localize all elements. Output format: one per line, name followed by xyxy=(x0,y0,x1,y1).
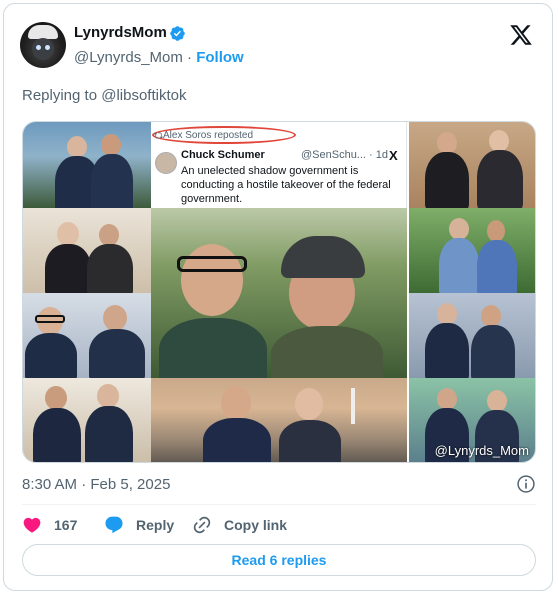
separator-dot: · xyxy=(182,49,197,66)
embedded-author-handle: @SenSchu... · 1d xyxy=(301,149,388,161)
author-avatar[interactable] xyxy=(20,22,66,68)
replying-to-prefix: Replying to xyxy=(22,87,102,104)
author-handle-line: @Lynyrds_Mom · Follow xyxy=(74,49,244,66)
photo-tile xyxy=(151,378,407,462)
embedded-author-name: Chuck Schumer xyxy=(181,149,265,161)
like-button[interactable]: 167 xyxy=(22,515,77,535)
link-icon xyxy=(193,516,211,534)
embedded-tweet-text: An unelected shadow government is conduc… xyxy=(181,165,391,205)
replying-to-line: Replying to @libsoftiktok xyxy=(22,87,186,104)
photo-tile xyxy=(409,208,535,293)
embedded-avatar xyxy=(155,152,177,174)
reply-button[interactable]: Reply xyxy=(104,515,174,535)
copy-link-label: Copy link xyxy=(224,517,288,533)
photo-tile xyxy=(23,378,151,462)
photo-tile xyxy=(409,122,535,208)
info-icon[interactable] xyxy=(516,474,536,494)
photo-tile xyxy=(23,208,151,293)
tweet-timestamp[interactable]: 8:30 AM · Feb 5, 2025 xyxy=(22,476,170,493)
tweet-card: LynyrdsMom @Lynyrds_Mom · Follow Replyin… xyxy=(3,3,553,591)
photo-tile xyxy=(409,293,535,378)
like-count: 167 xyxy=(54,517,78,533)
media-watermark: @Lynyrds_Mom xyxy=(434,443,529,458)
copy-link-button[interactable]: Copy link xyxy=(192,515,287,535)
main-selfie-photo xyxy=(151,208,407,378)
verified-badge-icon xyxy=(170,26,185,41)
heart-icon xyxy=(23,517,41,533)
embedded-tweet-screenshot: Alex Soros reposted Chuck Schumer @SenSc… xyxy=(151,122,407,208)
reply-bubble-icon xyxy=(105,516,123,534)
photo-tile xyxy=(23,122,151,208)
photo-tile xyxy=(23,293,151,378)
reply-mention-link[interactable]: @libsoftiktok xyxy=(101,87,186,104)
repost-label: Alex Soros reposted xyxy=(163,130,254,141)
read-replies-button[interactable]: Read 6 replies xyxy=(22,544,536,576)
reply-label: Reply xyxy=(136,517,175,533)
media-collage[interactable]: Alex Soros reposted Chuck Schumer @SenSc… xyxy=(22,121,536,463)
follow-button[interactable]: Follow xyxy=(196,49,244,66)
author-handle[interactable]: @Lynyrds_Mom xyxy=(74,49,183,66)
photo-tile: @Lynyrds_Mom xyxy=(409,378,535,462)
repost-icon xyxy=(154,132,163,139)
divider xyxy=(22,504,536,505)
embedded-x-logo: X xyxy=(389,148,398,163)
author-display-name[interactable]: LynyrdsMom xyxy=(74,24,167,41)
x-logo-icon[interactable] xyxy=(509,23,533,47)
